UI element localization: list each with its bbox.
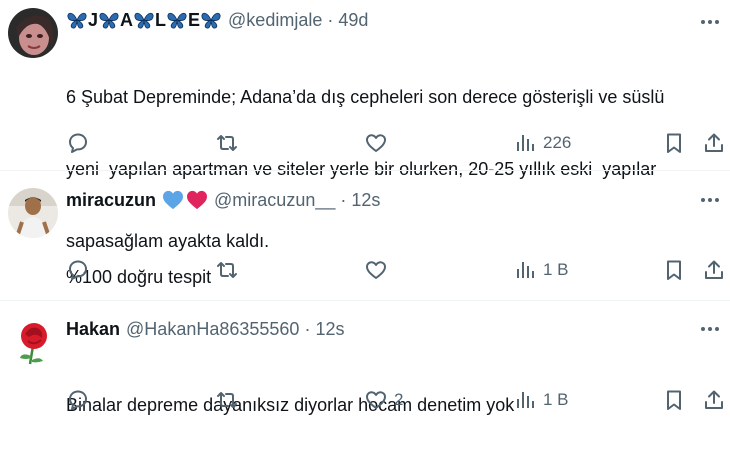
- reply-button[interactable]: [66, 128, 90, 158]
- share-button[interactable]: [702, 385, 726, 415]
- heart-icon: [366, 261, 386, 279]
- display-name-letter: E: [188, 10, 201, 30]
- views-button[interactable]: 1 B: [513, 385, 569, 415]
- display-name-letter: A: [120, 10, 134, 30]
- more-icon: [701, 20, 719, 24]
- share-icon: [705, 390, 723, 409]
- display-name[interactable]: J A L E: [66, 8, 222, 32]
- retweet-button[interactable]: [215, 255, 239, 285]
- like-button[interactable]: 2: [364, 385, 403, 415]
- avatar[interactable]: [8, 316, 58, 366]
- retweet-icon: [217, 392, 237, 408]
- views-button[interactable]: 226: [513, 128, 571, 158]
- display-name[interactable]: Hakan: [66, 317, 120, 341]
- butterfly-icon: [201, 12, 221, 29]
- retweet-button[interactable]: [215, 385, 239, 415]
- more-button[interactable]: [698, 317, 722, 341]
- heart-icon: [366, 134, 386, 152]
- separator-dot: ·: [327, 10, 334, 30]
- display-name[interactable]: miracuzun: [66, 188, 156, 212]
- retweet-icon: [217, 262, 237, 278]
- butterfly-icon: [167, 12, 187, 29]
- user-handle[interactable]: @miracuzun__: [214, 188, 335, 212]
- avatar[interactable]: [8, 8, 58, 58]
- retweet-icon: [217, 135, 237, 151]
- like-button[interactable]: [364, 128, 394, 158]
- views-button[interactable]: 1 B: [513, 255, 569, 285]
- tweet-actions: 226: [0, 128, 730, 158]
- user-handle[interactable]: @HakanHa86355560: [126, 317, 299, 341]
- bookmark-icon: [667, 390, 681, 410]
- butterfly-icon: [99, 12, 119, 29]
- reply-button[interactable]: [66, 255, 90, 285]
- tweet-actions: 2 1 B: [0, 385, 730, 415]
- timestamp[interactable]: 12s: [351, 188, 380, 212]
- tweet[interactable]: Hakan @HakanHa86355560 · 12s Binalar dep…: [0, 300, 730, 420]
- tweet-text-line: 6 Şubat Depreminde; Adana’da dış cephele…: [66, 87, 665, 107]
- more-button[interactable]: [698, 10, 722, 34]
- reply-icon: [69, 390, 87, 410]
- bookmark-button[interactable]: [662, 385, 686, 415]
- views-icon: [517, 392, 534, 408]
- butterfly-icon: [134, 12, 154, 29]
- like-button[interactable]: [364, 255, 394, 285]
- display-name-letter: J: [88, 10, 99, 30]
- red-heart-icon: [186, 190, 208, 210]
- tweet[interactable]: J A L E @kedimjale · 49d 6 Şubat Depremi…: [0, 0, 730, 251]
- bookmark-button[interactable]: [662, 255, 686, 285]
- share-icon: [705, 133, 723, 152]
- reply-icon: [69, 260, 87, 280]
- tweet-header: miracuzun @miracuzun__ · 12s: [66, 188, 380, 212]
- view-count: 1 B: [543, 390, 569, 409]
- view-count: 1 B: [543, 260, 569, 279]
- display-name-letter: L: [155, 10, 167, 30]
- bookmark-icon: [667, 133, 681, 153]
- bookmark-icon: [667, 260, 681, 280]
- more-icon: [701, 198, 719, 202]
- views-icon: [517, 135, 534, 151]
- reply-icon: [69, 133, 87, 153]
- tweet-header: J A L E @kedimjale · 49d: [66, 8, 368, 32]
- user-handle[interactable]: @kedimjale: [228, 8, 322, 32]
- tweet-header: Hakan @HakanHa86355560 · 12s: [66, 317, 344, 341]
- tweet-actions: 1 B: [0, 255, 730, 285]
- avatar[interactable]: [8, 188, 58, 238]
- blue-heart-icon: [162, 190, 184, 210]
- more-icon: [701, 327, 719, 331]
- view-count: 226: [543, 133, 572, 152]
- butterfly-icon: [67, 12, 87, 29]
- timestamp[interactable]: 49d: [338, 8, 368, 32]
- tweet[interactable]: miracuzun @miracuzun__ · 12s %100 doğru …: [0, 170, 730, 300]
- more-button[interactable]: [698, 188, 722, 212]
- share-button[interactable]: [702, 255, 726, 285]
- views-icon: [517, 262, 534, 278]
- heart-icon: [366, 391, 386, 409]
- share-button[interactable]: [702, 128, 726, 158]
- like-count: 2: [394, 390, 404, 409]
- share-icon: [705, 260, 723, 279]
- reply-button[interactable]: [66, 385, 90, 415]
- separator-dot: ·: [340, 190, 347, 210]
- bookmark-button[interactable]: [662, 128, 686, 158]
- retweet-button[interactable]: [215, 128, 239, 158]
- separator-dot: ·: [304, 319, 311, 339]
- timestamp[interactable]: 12s: [315, 317, 344, 341]
